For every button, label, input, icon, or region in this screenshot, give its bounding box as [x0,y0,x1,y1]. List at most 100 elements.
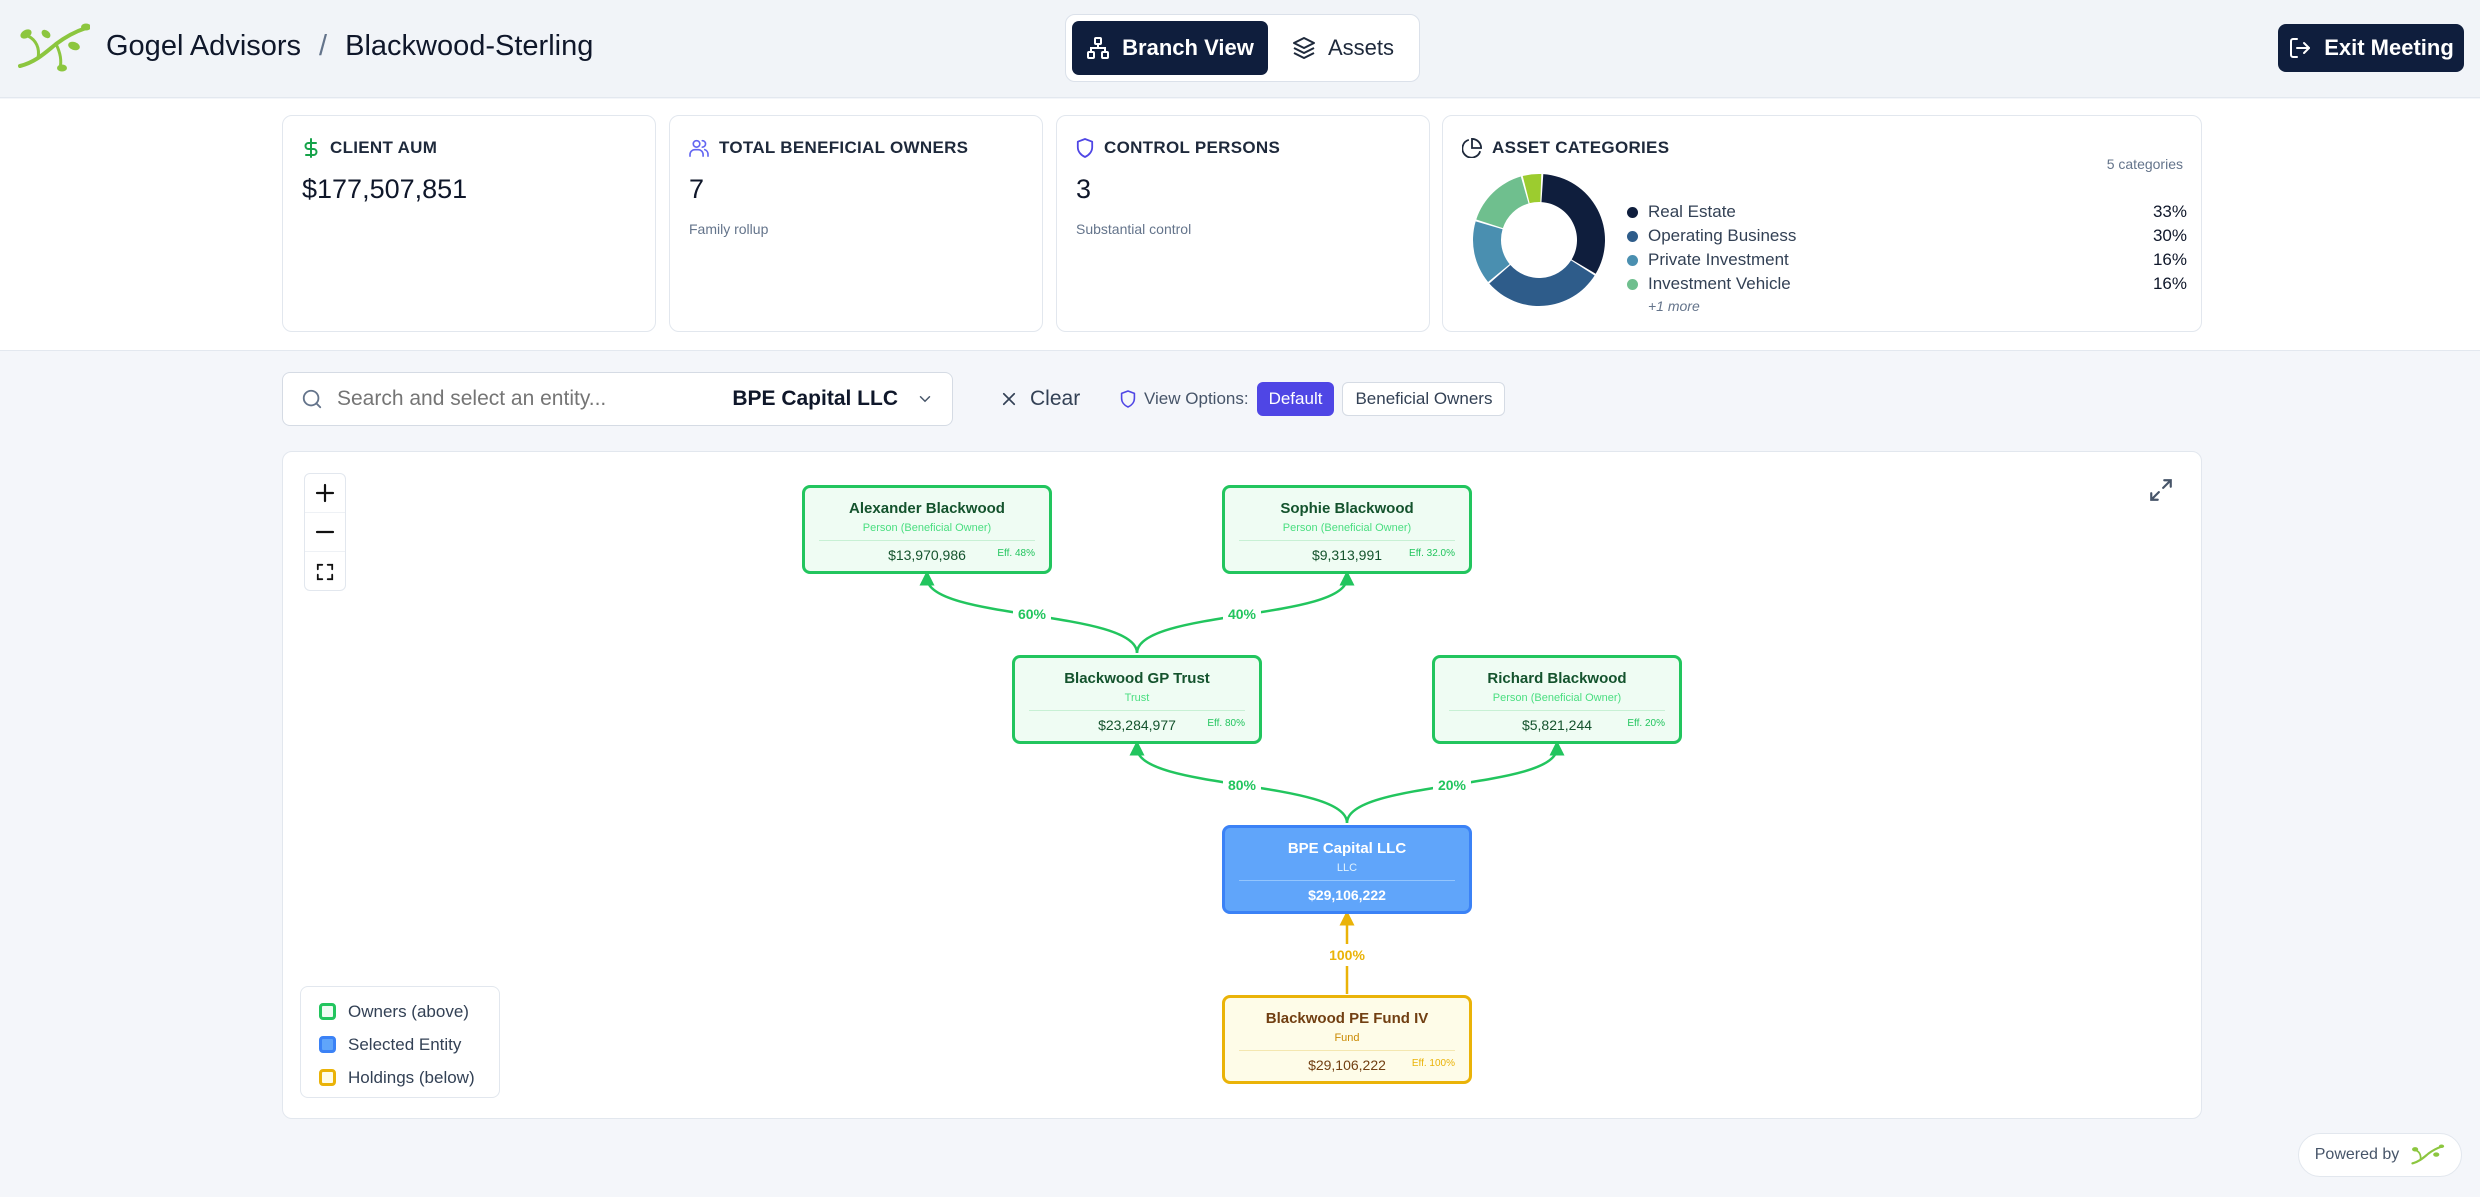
fit-view-button[interactable] [305,552,345,591]
category-name: Investment Vehicle [1648,274,1791,293]
option-default-button[interactable]: Default [1256,382,1335,416]
clear-button[interactable]: Clear [1000,382,1080,416]
node-type: LLC [1336,862,1358,874]
edge-label: 20% [1432,774,1472,796]
category-dot [1627,230,1638,242]
breadcrumb: Gogel Advisors / Blackwood-Sterling [106,30,593,63]
asset-donut-chart [1473,174,1605,306]
pie-chart-icon [1462,138,1482,158]
node-value: $29,106,222 [1308,887,1386,903]
option-beneficial-owners-button[interactable]: Beneficial Owners [1342,382,1506,416]
node-blackwood-pe-fund-iv[interactable]: Blackwood PE Fund IV Fund $29,106,222 Ef… [1222,995,1472,1084]
node-effective: Eff. 20% [1627,718,1665,729]
plus-icon [315,483,335,503]
legend-label: Selected Entity [348,1034,462,1054]
category-pct: 30% [2152,226,2187,245]
branch-logo-icon [2411,1144,2445,1165]
powered-by-label: Powered by [2314,1146,2400,1163]
legend-item-owners: Owners (above) [319,995,481,1028]
card-label: CONTROL PERSONS [1104,138,1281,157]
node-bpe-capital-llc[interactable]: BPE Capital LLC LLC $29,106,222 [1222,825,1472,914]
category-pct: 16% [2152,250,2187,269]
legend-swatch [319,1036,336,1053]
tab-branch-view[interactable]: Branch View [1072,21,1268,75]
legend-label: Owners (above) [348,1001,469,1021]
donut-slice [1476,176,1529,229]
node-divider [1029,710,1245,711]
beneficial-owners-value: 7 [689,174,705,204]
category-row: Real Estate 33% [1627,200,2187,224]
category-pct: 33% [2152,202,2187,221]
top-header: Gogel Advisors / Blackwood-Sterling Bran… [0,0,2480,98]
card-label-row: CLIENT AUM [302,138,636,158]
clear-label: Clear [1030,387,1081,410]
edge-label: 60% [1012,603,1052,625]
node-sophie-blackwood[interactable]: Sophie Blackwood Person (Beneficial Owne… [1222,485,1472,574]
more-categories-link[interactable]: +1 more [1648,298,2187,314]
node-type: Fund [1334,1032,1360,1044]
category-name: Private Investment [1648,250,1789,269]
org-name[interactable]: Gogel Advisors [106,30,301,63]
node-richard-blackwood[interactable]: Richard Blackwood Person (Beneficial Own… [1432,655,1682,744]
exit-label: Exit Meeting [2324,35,2454,60]
card-label: TOTAL BENEFICIAL OWNERS [719,138,969,157]
branch-logo-icon [18,23,90,72]
entity-search[interactable]: BPE Capital LLC [282,372,953,426]
category-dot [1627,278,1638,290]
category-dot [1627,206,1638,218]
legend-item-holdings: Holdings (below) [319,1061,481,1094]
tab-assets[interactable]: Assets [1276,21,1410,75]
asset-categories-card: ASSET CATEGORIES 5 categories Real Estat… [1442,115,2202,332]
node-name: Blackwood PE Fund IV [1265,1010,1429,1027]
category-row: Operating Business 30% [1627,224,2187,248]
zoom-in-button[interactable] [305,474,345,513]
fullscreen-icon[interactable] [2148,477,2174,503]
legend-swatch [319,1003,336,1020]
chevron-down-icon[interactable] [916,390,934,408]
edge-label: 40% [1222,603,1262,625]
node-divider [1239,880,1455,881]
view-options: View Options: Default Beneficial Owners [1120,382,1506,416]
node-effective: Eff. 80% [1207,718,1245,729]
node-name: Alexander Blackwood [849,500,1005,517]
search-input[interactable] [337,387,733,411]
card-label-row: ASSET CATEGORIES [1462,138,2182,158]
beneficial-owners-sub: Family rollup [689,221,769,237]
node-divider [819,540,1035,541]
view-tabs: Branch View Assets [1065,14,1420,82]
node-name: Sophie Blackwood [1280,500,1414,517]
node-type: Person (Beneficial Owner) [1492,692,1622,704]
card-label-row: TOTAL BENEFICIAL OWNERS [689,138,1023,158]
node-name: BPE Capital LLC [1287,840,1407,857]
beneficial-owners-card: TOTAL BENEFICIAL OWNERS 7 Family rollup [669,115,1043,332]
shield-icon [1076,138,1094,158]
control-persons-value: 3 [1076,174,1092,204]
selected-entity: BPE Capital LLC [732,387,898,410]
node-divider [1239,1050,1455,1051]
fit-view-icon [316,563,334,580]
client-aum-card: CLIENT AUM $177,507,851 [282,115,656,332]
node-divider [1239,540,1455,541]
category-count: 5 categories [2106,156,2183,172]
donut-slice [1541,174,1605,274]
zoom-out-button[interactable] [305,513,345,552]
shield-icon [1120,390,1136,408]
tab-label: Branch View [1122,35,1254,60]
category-row: Private Investment 16% [1627,248,2187,272]
node-type: Person (Beneficial Owner) [862,522,992,534]
category-dot [1627,254,1638,266]
card-label: ASSET CATEGORIES [1492,138,1670,157]
category-legend: Real Estate 33% Operating Business 30% P… [1627,200,2187,314]
category-name: Operating Business [1648,226,1797,245]
exit-meeting-button[interactable]: Exit Meeting [2278,24,2464,72]
org-chart-icon [1087,37,1110,59]
node-blackwood-gp-trust[interactable]: Blackwood GP Trust Trust $23,284,977 Eff… [1012,655,1262,744]
view-options-label: View Options: [1144,389,1249,408]
category-row: Investment Vehicle 16% [1627,272,2187,296]
powered-by-badge[interactable]: Powered by [2298,1133,2462,1177]
category-pct: 16% [2152,274,2187,293]
node-alexander-blackwood[interactable]: Alexander Blackwood Person (Beneficial O… [802,485,1052,574]
legend-swatch [319,1069,336,1086]
node-effective: Eff. 100% [1411,1058,1455,1069]
client-aum-value: $177,507,851 [302,174,468,204]
